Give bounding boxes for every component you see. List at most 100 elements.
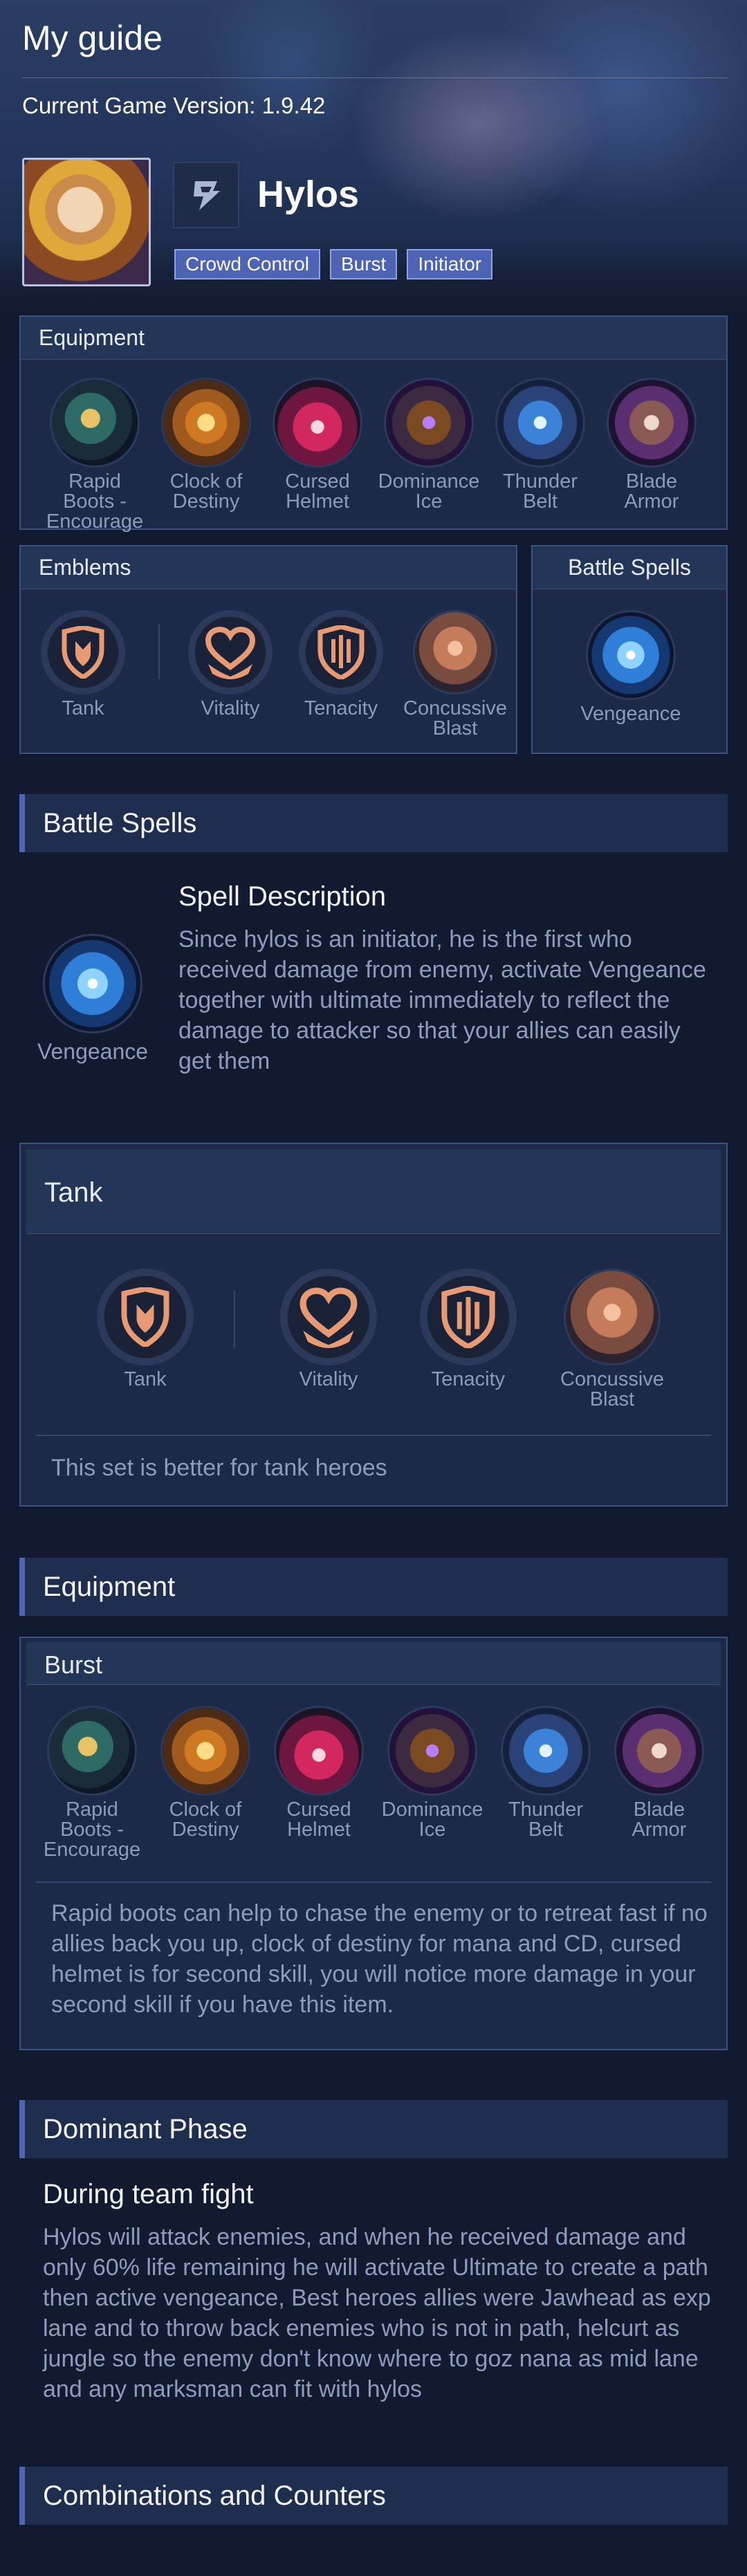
ice-icon [387, 1706, 477, 1796]
summary-equipment-panel: Equipment Rapid Boots - Encourage Clock … [19, 315, 728, 532]
talent-item[interactable]: Vitality [270, 1269, 387, 1390]
helmet-icon [274, 1706, 364, 1796]
tenacity-shield-icon [420, 1269, 517, 1365]
emblem-main[interactable]: Tank [35, 610, 131, 719]
phase-subtitle: During team fight [43, 2179, 254, 2209]
section-title: Dominant Phase [43, 2114, 248, 2144]
boots-icon [50, 378, 140, 468]
panel-title: Emblems [39, 555, 131, 580]
equipment-build-card: Burst Rapid Boots - Encourage Clock of D… [19, 1637, 728, 2050]
hero-role-tags: Crowd Control Burst Initiator [174, 249, 493, 279]
equipment-item[interactable]: Dominance Ice [377, 378, 481, 512]
vengeance-icon [43, 934, 142, 1033]
talent-item[interactable]: Tenacity [409, 1269, 527, 1390]
page-title: My guide [22, 19, 163, 57]
phase-description: Hylos will attack enemies, and when he r… [43, 2224, 711, 2402]
section-header-dominant-phase: Dominant Phase [19, 2100, 728, 2158]
talent-item[interactable]: Tenacity [289, 610, 393, 719]
vengeance-icon [586, 610, 676, 700]
talent-item[interactable]: Concussive Blast [400, 610, 510, 739]
equipment-item[interactable]: Rapid Boots - Encourage [43, 378, 147, 532]
item-label: Rapid Boots - Encourage [46, 470, 144, 533]
equipment-item[interactable]: Thunder Belt [488, 378, 592, 512]
talent-label: Vitality [299, 1368, 358, 1390]
item-label: Cursed Helmet [285, 470, 350, 513]
spell-item[interactable]: Vengeance [32, 934, 154, 1062]
spell-item[interactable]: Vengeance [569, 610, 693, 724]
armor-icon [614, 1706, 704, 1796]
panel-title: Equipment [39, 325, 145, 350]
blast-icon [564, 1269, 661, 1365]
item-label: Cursed Helmet [286, 1798, 351, 1841]
heart-icon [280, 1269, 377, 1365]
game-version: Current Game Version: 1.9.42 [22, 93, 326, 118]
hero-name: Hylos [257, 174, 360, 215]
section-header-battle-spells: Battle Spells [19, 794, 728, 852]
heart-icon [188, 610, 273, 694]
spell-description: Since hylos is an initiator, he is the f… [178, 926, 706, 1074]
spell-label: Vengeance [580, 703, 681, 725]
role-tag: Crowd Control [174, 249, 320, 279]
item-label: Dominance Ice [381, 1798, 483, 1841]
helmet-icon [273, 378, 362, 468]
item-label: Blade Armor [631, 1798, 687, 1841]
equipment-item[interactable]: Blade Armor [607, 1706, 711, 1840]
role-tag: Burst [329, 249, 398, 279]
panel-header: Tank [26, 1150, 721, 1234]
equipment-item[interactable]: Rapid Boots - Encourage [40, 1706, 144, 1860]
title-divider [22, 77, 728, 78]
emblem-label: Tank [62, 697, 104, 719]
talent-item[interactable]: Vitality [178, 610, 282, 719]
equipment-item[interactable]: Cursed Helmet [267, 1706, 371, 1840]
equipment-item[interactable]: Clock of Destiny [154, 378, 258, 512]
talent-label: Tenacity [431, 1368, 506, 1390]
shield-emblem-icon [41, 610, 125, 694]
item-label: Rapid Boots - Encourage [43, 1798, 141, 1861]
section-header-equipment: Equipment [19, 1558, 728, 1616]
boots-icon [47, 1706, 137, 1796]
talent-label: Concussive Blast [560, 1368, 664, 1410]
ice-icon [384, 378, 474, 468]
equipment-item[interactable]: Thunder Belt [494, 1706, 598, 1840]
spell-description-title: Spell Description [178, 881, 387, 912]
belt-icon [495, 378, 585, 468]
build-title: Burst [44, 1650, 103, 1679]
panel-header: Burst [26, 1642, 721, 1685]
item-label: Clock of Destiny [169, 470, 243, 513]
section-title: Battle Spells [43, 808, 197, 838]
spell-label: Vengeance [37, 1039, 149, 1064]
hero-portrait[interactable] [22, 158, 151, 286]
blast-icon [413, 610, 497, 694]
item-label: Clock of Destiny [169, 1798, 242, 1841]
emblem-card-title: Tank [44, 1177, 103, 1208]
talent-label: Vitality [201, 697, 260, 719]
card-divider [36, 1435, 711, 1436]
emblem-main[interactable]: Tank [90, 1269, 201, 1390]
emblem-label: Tank [124, 1368, 167, 1390]
talent-item[interactable]: Concussive Blast [546, 1269, 678, 1410]
emblem-divider [234, 1291, 235, 1347]
equipment-item[interactable]: Cursed Helmet [266, 378, 369, 512]
card-divider [36, 1882, 711, 1883]
emblem-card: Tank Tank Vitality Tenacity Concussive B… [19, 1143, 728, 1507]
belt-icon [501, 1706, 591, 1796]
equipment-item[interactable]: Dominance Ice [380, 1706, 484, 1840]
summary-emblems-panel: Emblems Tank Vitality Tenacity Concussiv… [19, 545, 517, 754]
section-header-combinations: Combinations and Counters [19, 2467, 728, 2525]
item-label: Thunder Belt [502, 470, 578, 513]
shield-emblem-icon [97, 1269, 194, 1365]
armor-icon [607, 378, 697, 468]
talent-label: Tenacity [304, 697, 378, 719]
talent-label: Concussive Blast [403, 697, 507, 739]
panel-title: Battle Spells [568, 555, 691, 580]
section-title: Equipment [43, 1572, 176, 1602]
emblem-note: This set is better for tank heroes [51, 1455, 387, 1481]
clock-icon [160, 1706, 250, 1796]
role-tag: Initiator [407, 249, 493, 279]
emblem-divider [158, 624, 160, 679]
equipment-item[interactable]: Clock of Destiny [154, 1706, 257, 1840]
item-label: Dominance Ice [378, 470, 480, 513]
item-label: Blade Armor [624, 470, 679, 513]
clock-icon [161, 378, 251, 468]
equipment-item[interactable]: Blade Armor [600, 378, 703, 512]
